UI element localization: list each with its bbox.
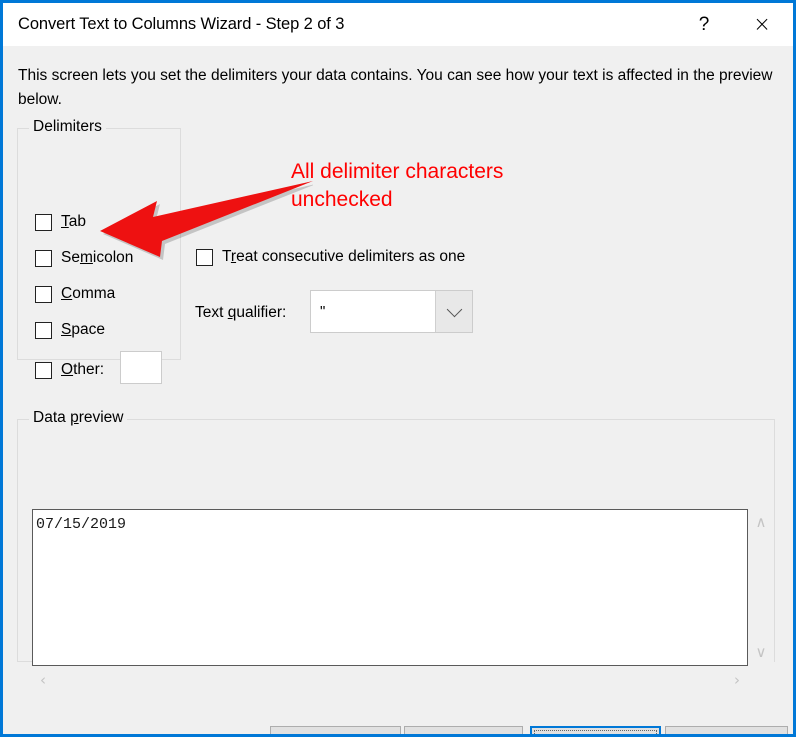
finish-button[interactable]: Finish xyxy=(665,726,788,737)
scroll-left-icon[interactable]: ‹ xyxy=(40,673,46,688)
checkbox-treat-consecutive-delimiters[interactable]: Treat consecutive delimiters as one xyxy=(196,248,465,266)
next-button[interactable]: Next > xyxy=(530,726,661,737)
preview-row: 07/15/2019 xyxy=(36,516,126,533)
text-qualifier-label: Text qualifier: xyxy=(195,304,286,322)
help-button[interactable]: ? xyxy=(681,3,727,46)
focus-ring xyxy=(534,730,657,737)
preview-horizontal-scrollbar[interactable]: ‹ › xyxy=(32,667,748,694)
text-qualifier-value: " xyxy=(311,291,435,332)
annotation-text: All delimiter characters unchecked xyxy=(291,158,503,214)
cancel-button[interactable]: Cancel xyxy=(270,726,401,737)
preview-vertical-scrollbar[interactable]: ∧ ∨ xyxy=(748,509,774,666)
data-preview-pane[interactable]: 07/15/2019 xyxy=(32,509,748,666)
checkbox-other-box[interactable] xyxy=(35,362,52,379)
checkbox-semicolon[interactable]: Semicolon xyxy=(35,249,133,267)
close-button[interactable]: × xyxy=(739,3,785,46)
title-bar: Convert Text to Columns Wizard - Step 2 … xyxy=(3,3,793,46)
checkbox-treat-consecutive-label: Treat consecutive delimiters as one xyxy=(222,248,465,266)
checkbox-comma[interactable]: Comma xyxy=(35,285,115,303)
checkbox-space[interactable]: Space xyxy=(35,321,105,339)
intro-text: This screen lets you set the delimiters … xyxy=(18,64,773,112)
data-preview-legend: Data preview xyxy=(29,409,127,427)
checkbox-tab[interactable]: Tab xyxy=(35,213,86,231)
checkbox-treat-consecutive-box[interactable] xyxy=(196,249,213,266)
checkbox-space-box[interactable] xyxy=(35,322,52,339)
checkbox-other[interactable]: Other: xyxy=(35,361,104,379)
back-button[interactable]: < Back xyxy=(404,726,523,737)
checkbox-tab-label: Tab xyxy=(61,213,86,231)
chevron-down-icon[interactable] xyxy=(435,291,472,332)
scroll-right-icon[interactable]: › xyxy=(734,673,740,688)
scroll-up-icon[interactable]: ∧ xyxy=(756,515,767,530)
other-delimiter-input[interactable] xyxy=(120,351,162,384)
window-title: Convert Text to Columns Wizard - Step 2 … xyxy=(18,15,344,34)
text-qualifier-combobox[interactable]: " xyxy=(310,290,473,333)
checkbox-space-label: Space xyxy=(61,321,105,339)
delimiters-legend: Delimiters xyxy=(29,118,106,136)
convert-text-to-columns-dialog: Convert Text to Columns Wizard - Step 2 … xyxy=(0,0,796,737)
checkbox-comma-box[interactable] xyxy=(35,286,52,303)
checkbox-semicolon-label: Semicolon xyxy=(61,249,133,267)
question-mark-icon: ? xyxy=(699,14,710,36)
close-icon: × xyxy=(753,14,771,35)
checkbox-semicolon-box[interactable] xyxy=(35,250,52,267)
scroll-down-icon[interactable]: ∨ xyxy=(756,645,767,660)
checkbox-tab-box[interactable] xyxy=(35,214,52,231)
checkbox-comma-label: Comma xyxy=(61,285,115,303)
checkbox-other-label: Other: xyxy=(61,361,104,379)
dialog-body: This screen lets you set the delimiters … xyxy=(3,46,793,734)
